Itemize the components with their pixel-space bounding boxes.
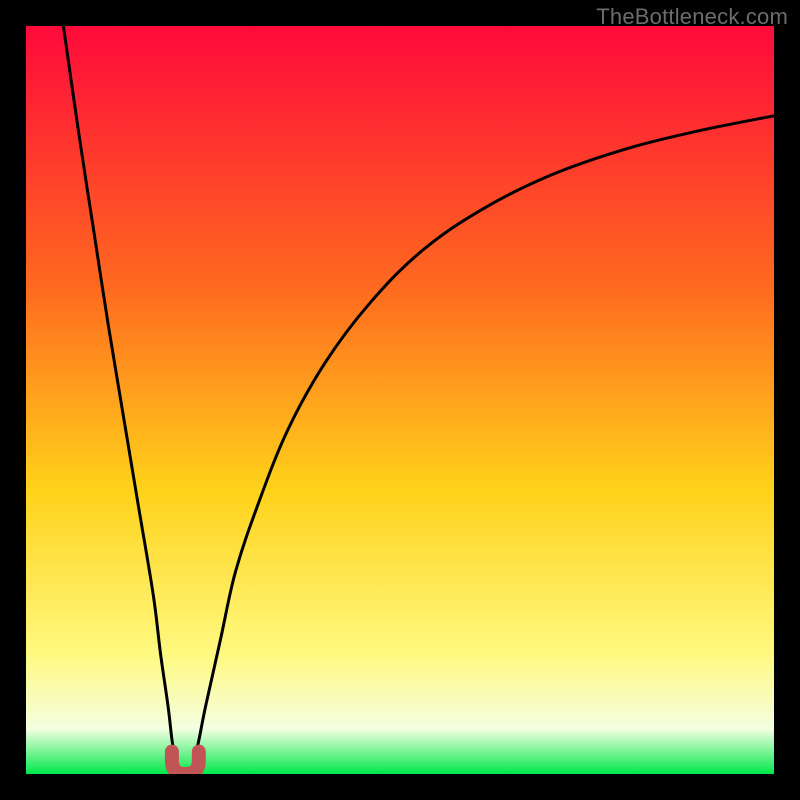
chart-svg [26, 26, 774, 774]
chart-frame: TheBottleneck.com [0, 0, 800, 800]
plot-area [26, 26, 774, 774]
